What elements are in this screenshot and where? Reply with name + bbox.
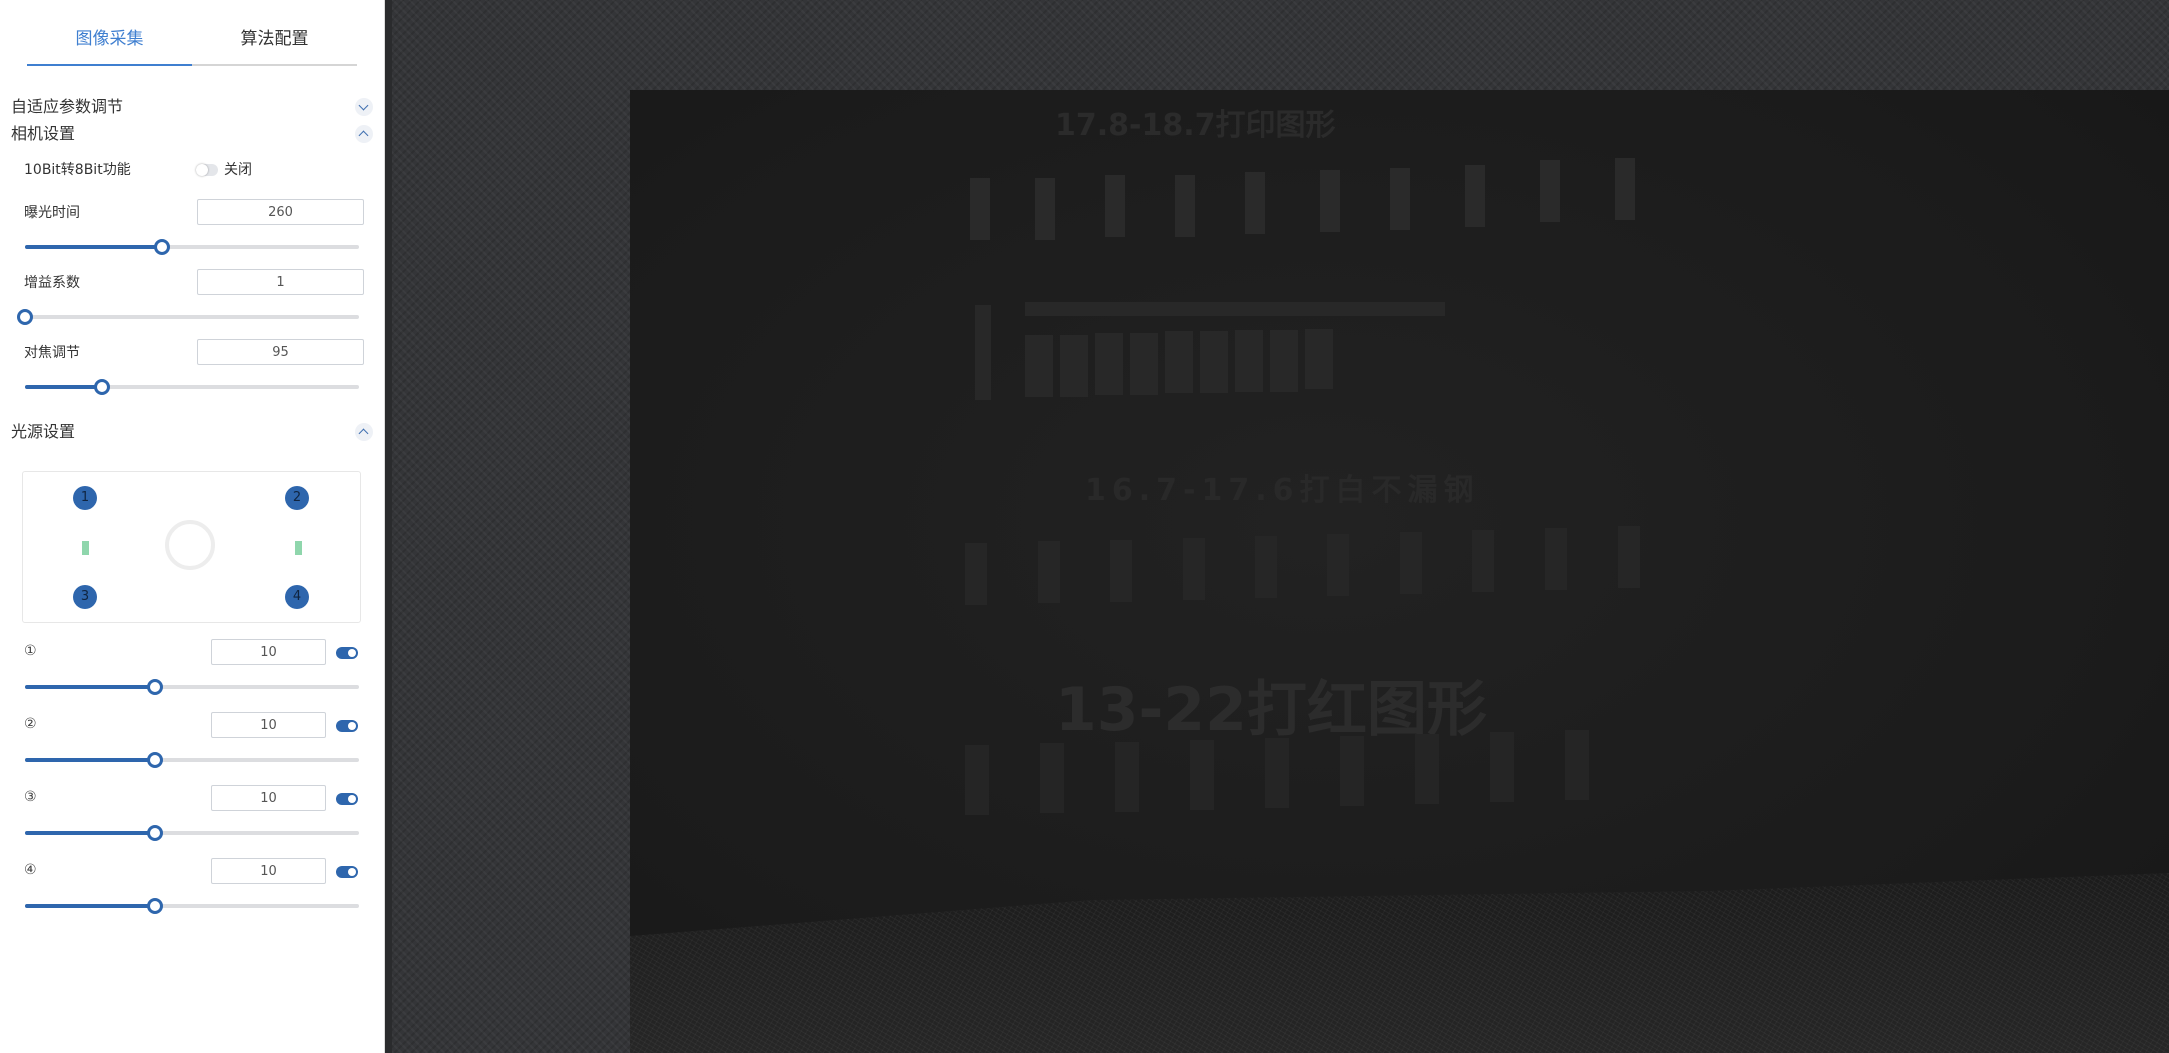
- channel-3-slider[interactable]: [25, 824, 359, 842]
- exposure-label: 曝光时间: [24, 205, 80, 221]
- channel-4-slider[interactable]: [25, 897, 359, 915]
- focus-slider[interactable]: [25, 378, 359, 396]
- channel-2-toggle[interactable]: [336, 720, 358, 732]
- exposure-input[interactable]: [197, 199, 364, 225]
- camera-text-2: 16.7-17.6打白不漏钢: [1085, 473, 1480, 508]
- chevron-down-icon[interactable]: [355, 98, 373, 116]
- camera-image-content: 17.8-18.7打印图形 16.7-17.6打白不漏钢 13-22打红图形: [965, 108, 1640, 815]
- lens-ring-icon: [165, 520, 215, 570]
- exposure-slider[interactable]: [25, 238, 359, 256]
- channel-1-slider-thumb[interactable]: [147, 679, 164, 695]
- section-light-header[interactable]: 光源设置: [11, 420, 373, 444]
- light-indicator-right: [295, 541, 302, 555]
- section-adaptive-label: 自适应参数调节: [11, 97, 124, 116]
- channel-3-label: ③: [24, 789, 37, 805]
- channel-2-slider-thumb[interactable]: [147, 752, 164, 768]
- channel-1-label: ①: [24, 643, 37, 659]
- camera-image[interactable]: 17.8-18.7打印图形 16.7-17.6打白不漏钢 13-22打红图形: [630, 90, 2169, 1053]
- channel-3-toggle[interactable]: [336, 793, 358, 805]
- channel-2-input[interactable]: [211, 712, 326, 738]
- focus-label: 对焦调节: [24, 345, 80, 361]
- channel-1-slider[interactable]: [25, 678, 359, 696]
- channel-3-slider-thumb[interactable]: [147, 825, 164, 841]
- tab-bar: 图像采集 算法配置: [27, 14, 357, 66]
- focus-slider-thumb[interactable]: [93, 379, 110, 395]
- section-light-label: 光源设置: [11, 422, 76, 441]
- settings-sidebar: 图像采集 算法配置 自适应参数调节 相机设置 10Bit转8Bit功能 关闭 曝…: [0, 0, 385, 1053]
- channel-2-label: ②: [24, 716, 37, 732]
- bit-convert-label: 10Bit转8Bit功能: [24, 162, 131, 178]
- tab-algorithm-config[interactable]: 算法配置: [192, 14, 357, 64]
- tab-image-capture[interactable]: 图像采集: [27, 14, 192, 64]
- sample-grid-block: [975, 302, 1445, 400]
- light-dot-4[interactable]: 4: [285, 585, 309, 609]
- section-adaptive-header[interactable]: 自适应参数调节: [11, 95, 373, 119]
- light-indicator-left: [82, 541, 89, 555]
- chevron-up-icon[interactable]: [355, 125, 373, 143]
- light-layout-diagram: 1 2 3 4: [22, 471, 361, 623]
- channel-4-slider-thumb[interactable]: [147, 898, 164, 914]
- focus-input[interactable]: [197, 339, 364, 365]
- channel-4-label: ④: [24, 862, 37, 878]
- channel-1-input[interactable]: [211, 639, 326, 665]
- gain-slider-thumb[interactable]: [17, 309, 33, 325]
- section-camera-label: 相机设置: [11, 124, 76, 143]
- channel-3-input[interactable]: [211, 785, 326, 811]
- bit-convert-toggle[interactable]: [196, 164, 218, 176]
- gain-input[interactable]: [197, 269, 364, 295]
- sample-marks-row-2: [965, 526, 1640, 605]
- chevron-up-icon[interactable]: [355, 423, 373, 441]
- section-camera-header[interactable]: 相机设置: [11, 122, 373, 146]
- active-tab-indicator: [27, 64, 192, 66]
- channel-4-input[interactable]: [211, 858, 326, 884]
- camera-text-1: 17.8-18.7打印图形: [1055, 108, 1336, 143]
- exposure-slider-thumb[interactable]: [153, 239, 170, 255]
- gain-label: 增益系数: [24, 275, 80, 291]
- channel-1-toggle[interactable]: [336, 647, 358, 659]
- gain-slider[interactable]: [17, 308, 359, 326]
- light-dot-1[interactable]: 1: [73, 486, 97, 510]
- bit-convert-state: 关闭: [224, 162, 252, 178]
- light-dot-3[interactable]: 3: [73, 585, 97, 609]
- sample-marks-row-1: [970, 158, 1635, 240]
- channel-4-toggle[interactable]: [336, 866, 358, 878]
- channel-2-slider[interactable]: [25, 751, 359, 769]
- light-dot-2[interactable]: 2: [285, 486, 309, 510]
- splitter-bar[interactable]: [385, 0, 392, 1053]
